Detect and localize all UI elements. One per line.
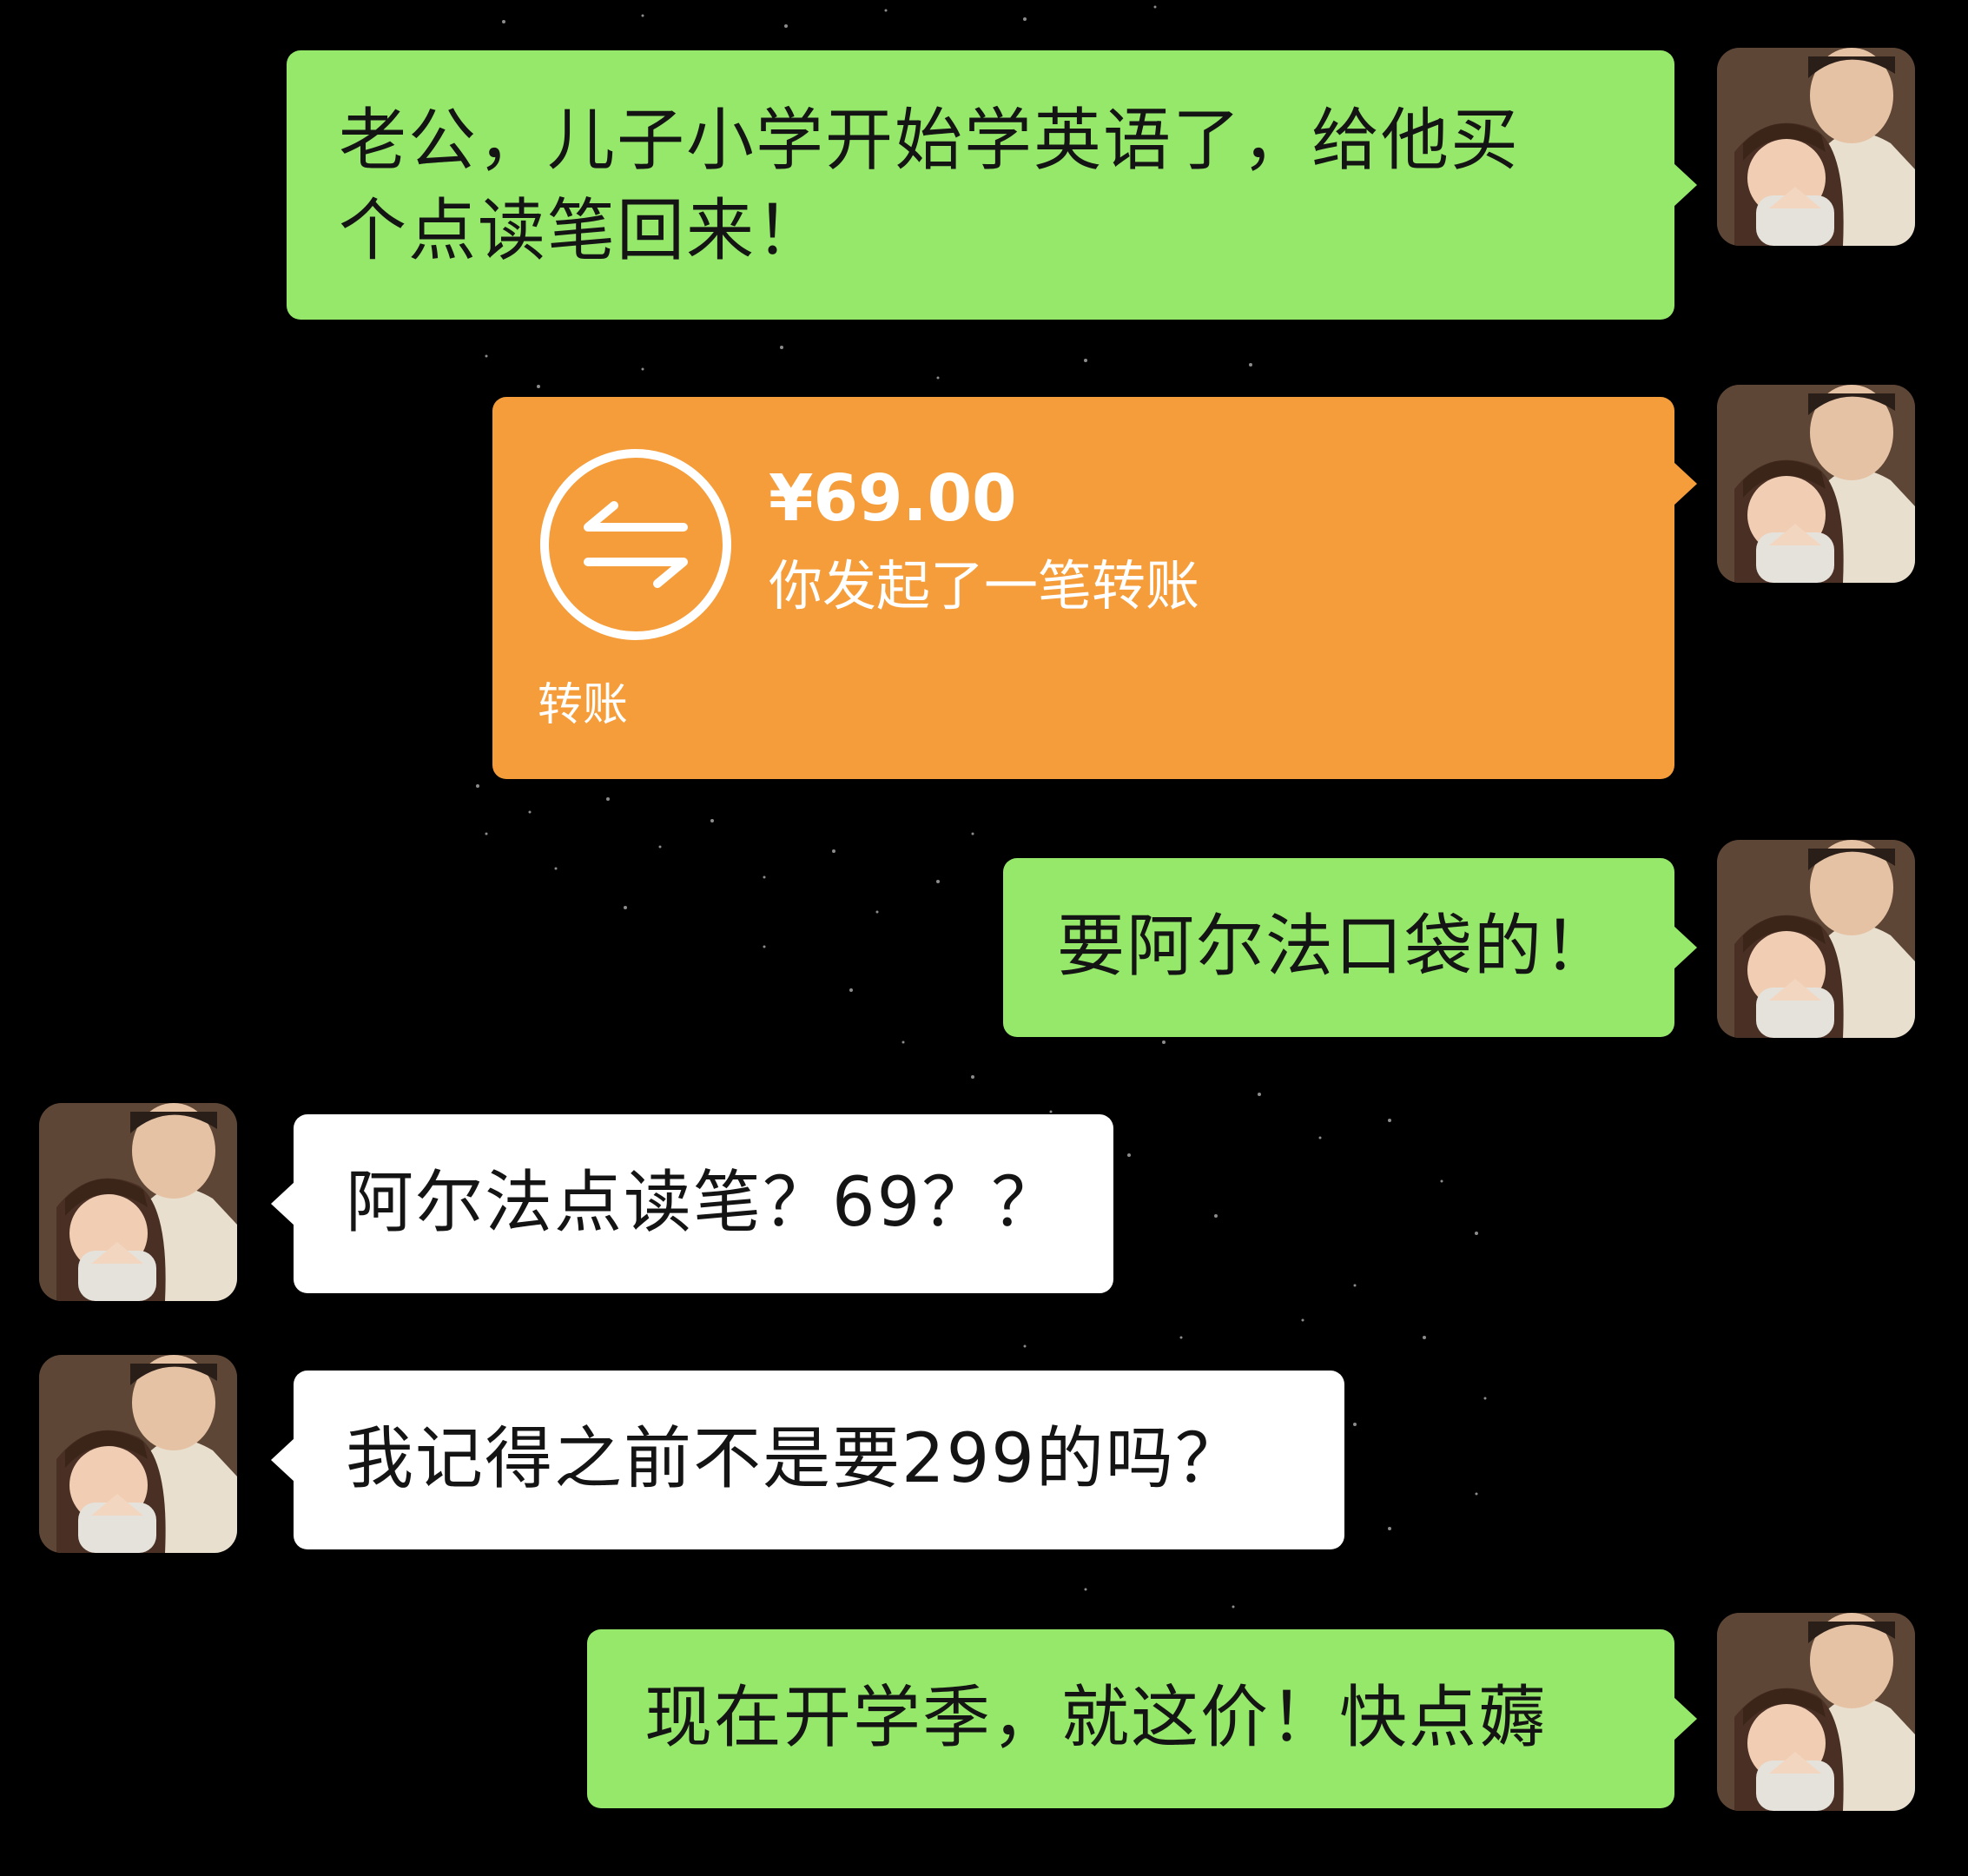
- message-text: 我记得之前不是要299的吗？: [346, 1420, 1245, 1498]
- bubble-tail: [1673, 1696, 1697, 1741]
- message-bubble-5[interactable]: 我记得之前不是要299的吗？: [271, 1371, 1344, 1549]
- message-bubble-3[interactable]: 要阿尔法口袋的！: [1003, 858, 1697, 1037]
- avatar[interactable]: [39, 1103, 237, 1301]
- avatar[interactable]: [1717, 840, 1915, 1038]
- bubble-tail: [1673, 461, 1697, 506]
- transfer-bubble[interactable]: ¥69.00 你发起了一笔转账 转账: [492, 397, 1697, 779]
- transfer-description: 你发起了一笔转账: [769, 554, 1200, 618]
- message-text: 现在开学季，就这价！快点薅: [644, 1679, 1549, 1757]
- avatar[interactable]: [39, 1355, 237, 1553]
- bubble-tail: [1673, 162, 1697, 208]
- message-bubble-4[interactable]: 阿尔法点读笔？69？？: [271, 1114, 1113, 1293]
- message-text: 阿尔法点读笔？69？？: [346, 1164, 1061, 1242]
- message-text: 要阿尔法口袋的！: [1057, 908, 1614, 986]
- transfer-label: 转账: [538, 679, 629, 731]
- bubble-tail: [271, 1181, 295, 1226]
- avatar[interactable]: [1717, 1613, 1915, 1811]
- message-bubble-1[interactable]: 老公，儿子小学开始学英语了，给他买 个点读笔回来！: [287, 50, 1697, 320]
- message-bubble-6[interactable]: 现在开学季，就这价！快点薅: [587, 1629, 1697, 1808]
- transfer-arrows-icon: [536, 445, 736, 644]
- bubble-tail: [271, 1437, 295, 1483]
- transfer-amount: ¥69.00: [769, 461, 1017, 536]
- avatar[interactable]: [1717, 385, 1915, 583]
- bubble-tail: [1673, 925, 1697, 970]
- message-text: 老公，儿子小学开始学英语了，给他买 个点读笔回来！: [339, 102, 1521, 270]
- avatar[interactable]: [1717, 48, 1915, 246]
